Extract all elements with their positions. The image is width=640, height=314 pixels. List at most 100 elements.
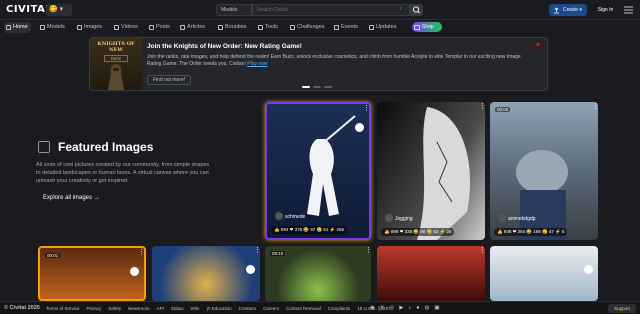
remix-icon[interactable] bbox=[246, 265, 255, 274]
search-input[interactable]: Search Civitai bbox=[252, 4, 410, 16]
nav-tools-label: Tools bbox=[265, 24, 278, 30]
footer-link[interactable]: Content Removal bbox=[286, 306, 321, 311]
footer-link[interactable]: 🎓Education bbox=[206, 306, 232, 311]
footer-link[interactable]: Careers bbox=[263, 306, 279, 311]
banner-image: KNIGHTS OF NEW RATE bbox=[90, 38, 142, 90]
tools-icon bbox=[258, 25, 263, 30]
x-icon[interactable]: ✕ bbox=[380, 305, 385, 311]
nav-updates-label: Updates bbox=[376, 24, 397, 30]
nav-articles[interactable]: Articles bbox=[178, 22, 208, 33]
support-button[interactable]: Support bbox=[608, 304, 636, 313]
footer-link[interactable]: Terms of Service bbox=[46, 306, 80, 311]
tiktok-icon[interactable]: ♪ bbox=[408, 305, 411, 311]
card-user[interactable]: schmede bbox=[275, 212, 305, 220]
card-reactions[interactable]: 👍 948 ❤ 264 😂 166 😢 47 ⚡ 5 bbox=[494, 228, 568, 236]
card-user[interactable]: animebdgdp bbox=[498, 214, 536, 222]
civitai-logo[interactable]: CIVITAI bbox=[6, 4, 50, 15]
calendar-icon bbox=[334, 25, 339, 30]
banner-body-text: Join the ranks, rate images, and help de… bbox=[147, 54, 521, 67]
nav-updates[interactable]: Updates bbox=[367, 22, 400, 33]
shop-button[interactable]: Shop bbox=[412, 22, 442, 32]
card-menu-icon[interactable]: ⋮ bbox=[592, 103, 598, 113]
image-card[interactable]: ⋮ bbox=[152, 246, 260, 301]
featured-images-icon bbox=[38, 141, 50, 153]
image-card[interactable]: ⋮ bbox=[490, 246, 598, 301]
card-menu-icon[interactable]: ⋮ bbox=[138, 249, 144, 259]
image-card[interactable]: ⋮ schmede 👍 994 ❤ 376 😂 97 😢 51 ⚡ 255 bbox=[265, 102, 371, 240]
nav-posts-label: Posts bbox=[156, 24, 170, 30]
footer-link[interactable]: API bbox=[157, 306, 164, 311]
explore-all-images-button[interactable]: Explore all images → bbox=[36, 192, 102, 205]
card-reactions[interactable]: 👍 899 ❤ 335 😂 90 😢 63 ⚡ 25 bbox=[381, 228, 455, 236]
nav-images[interactable]: Images bbox=[75, 22, 105, 33]
image-card[interactable]: ⋮ bbox=[377, 246, 485, 301]
nav-home-label: Home bbox=[13, 24, 28, 30]
logo-badge[interactable]: 😋 ▾ bbox=[46, 4, 72, 16]
remix-icon[interactable] bbox=[355, 123, 364, 132]
card-menu-icon[interactable]: ⋮ bbox=[254, 247, 260, 257]
card-menu-icon[interactable]: ⋮ bbox=[592, 247, 598, 257]
nav-challenges[interactable]: Challenges bbox=[288, 22, 328, 33]
image-card[interactable]: 00:02 ⋮ animebdgdp 👍 948 ❤ 264 😂 166 😢 4… bbox=[490, 102, 598, 240]
discord-icon[interactable]: ◉ bbox=[370, 305, 375, 311]
footer-link[interactable]: Newsroom bbox=[128, 306, 150, 311]
nav-models[interactable]: Models bbox=[38, 22, 68, 33]
carousel-dot[interactable] bbox=[324, 86, 332, 88]
card-menu-icon[interactable]: ⋮ bbox=[365, 247, 371, 257]
footer-link[interactable]: Wiki bbox=[191, 306, 200, 311]
footer-link[interactable]: Complaints bbox=[328, 306, 351, 311]
image-icon bbox=[77, 25, 82, 30]
nav-events[interactable]: Events bbox=[332, 22, 361, 33]
image-card[interactable]: ⋮ Jogging 👍 899 ❤ 335 😂 90 😢 63 ⚡ 25 bbox=[377, 102, 485, 240]
card-reactions[interactable]: 👍 994 ❤ 376 😂 97 😢 51 ⚡ 255 bbox=[271, 226, 347, 234]
footer-link[interactable]: Privacy bbox=[87, 306, 102, 311]
remix-icon[interactable] bbox=[584, 265, 593, 274]
footer-copyright: © Civitai 2025 bbox=[4, 305, 40, 311]
image-card[interactable]: 00:10 ⋮ bbox=[265, 246, 371, 301]
footer-link[interactable]: Safety bbox=[108, 306, 121, 311]
banner-title: Join the Knights of New Order: New Ratin… bbox=[147, 43, 302, 50]
youtube-icon[interactable]: ▶ bbox=[399, 305, 403, 311]
footer-link[interactable]: Status bbox=[171, 306, 184, 311]
card-menu-icon[interactable]: ⋮ bbox=[363, 105, 369, 115]
remix-icon[interactable] bbox=[130, 267, 139, 276]
play-now-link[interactable]: Play now bbox=[247, 61, 267, 67]
github-icon[interactable]: ◍ bbox=[425, 305, 430, 311]
main-nav: Home Models Images Videos Posts Articles… bbox=[0, 20, 640, 34]
find-out-more-button[interactable]: Find out more! bbox=[147, 75, 191, 85]
footer-link[interactable]: Creators bbox=[239, 306, 256, 311]
bounty-icon bbox=[218, 25, 223, 30]
nav-challenges-label: Challenges bbox=[297, 24, 325, 30]
nav-tools[interactable]: Tools bbox=[256, 22, 281, 33]
carousel-dot[interactable] bbox=[302, 86, 310, 88]
trophy-icon bbox=[290, 25, 295, 30]
close-icon[interactable]: × bbox=[533, 41, 543, 51]
card-menu-icon[interactable]: ⋮ bbox=[479, 247, 485, 257]
carousel-dots bbox=[302, 84, 335, 90]
nav-videos-label: Videos bbox=[121, 24, 138, 30]
instagram-icon[interactable]: ◎ bbox=[389, 305, 394, 311]
upload-icon bbox=[554, 7, 559, 14]
search-button[interactable] bbox=[410, 4, 423, 16]
footer: © Civitai 2025 Terms of Service Privacy Sa… bbox=[0, 301, 640, 314]
promo-banner: KNIGHTS OF NEW RATE Join the Knights of … bbox=[89, 37, 548, 91]
avatar bbox=[275, 212, 283, 220]
create-button[interactable]: Create ▾ bbox=[549, 4, 587, 16]
nav-home[interactable]: Home bbox=[4, 22, 31, 33]
search-type-select[interactable]: Models bbox=[216, 4, 252, 16]
shop-label: Shop bbox=[422, 24, 434, 30]
sign-in-button[interactable]: Sign In bbox=[593, 4, 618, 16]
card-user[interactable]: Jogging bbox=[385, 214, 413, 222]
image-card[interactable]: 00:01 ⋮ bbox=[38, 246, 146, 301]
models-icon bbox=[40, 25, 45, 30]
nav-posts[interactable]: Posts bbox=[147, 22, 173, 33]
nav-events-label: Events bbox=[341, 24, 358, 30]
support-label: Support bbox=[614, 306, 630, 311]
hamburger-menu-icon[interactable] bbox=[624, 6, 633, 14]
nav-videos[interactable]: Videos bbox=[112, 22, 141, 33]
reddit-icon[interactable]: ● bbox=[416, 305, 419, 311]
card-menu-icon[interactable]: ⋮ bbox=[479, 103, 485, 113]
carousel-dot[interactable] bbox=[313, 86, 321, 88]
nav-bounties[interactable]: Bounties bbox=[216, 22, 249, 33]
twitch-icon[interactable]: ▣ bbox=[434, 305, 439, 311]
